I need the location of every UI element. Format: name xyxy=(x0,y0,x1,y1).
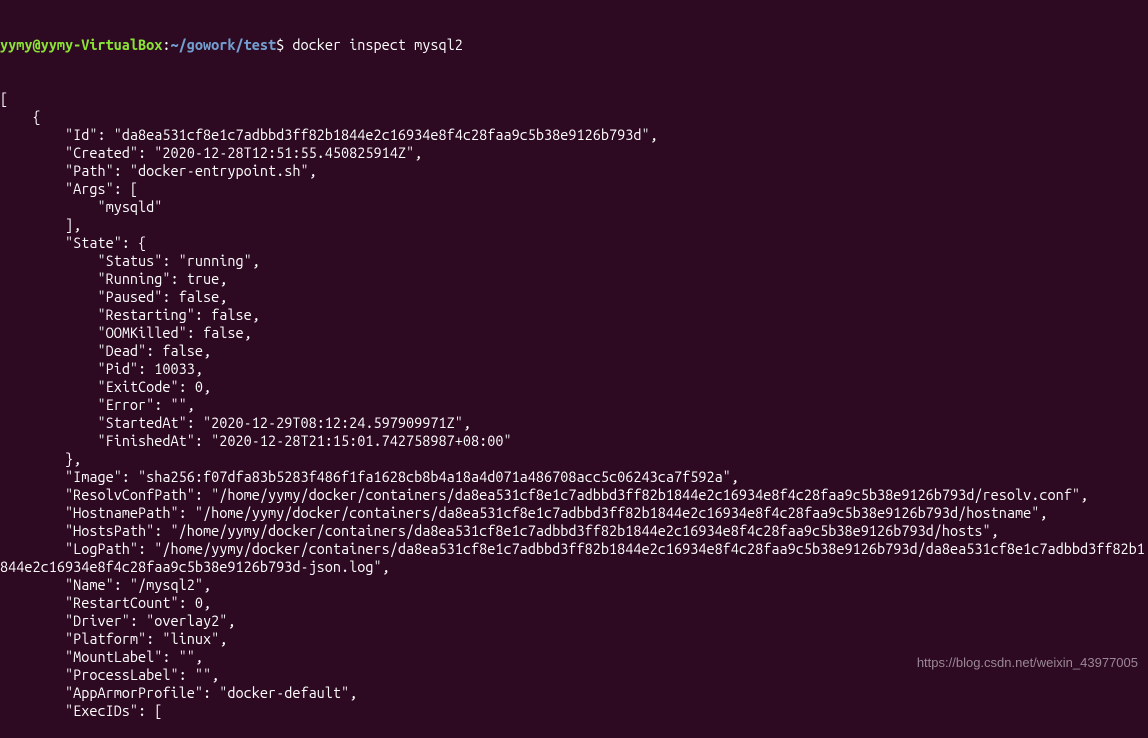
output-line: "Path": "docker-entrypoint.sh", xyxy=(0,162,1148,180)
output-line: "Dead": false, xyxy=(0,342,1148,360)
output-line: "FinishedAt": "2020-12-28T21:15:01.74275… xyxy=(0,432,1148,450)
output-line: "Name": "/mysql2", xyxy=(0,576,1148,594)
output-line: "AppArmorProfile": "docker-default", xyxy=(0,684,1148,702)
prompt-path: ~/gowork/test xyxy=(171,36,277,53)
output-line: "Status": "running", xyxy=(0,252,1148,270)
output-line: "Paused": false, xyxy=(0,288,1148,306)
prompt-colon: : xyxy=(162,36,170,53)
output-line: "Error": "", xyxy=(0,396,1148,414)
output-line: "HostnamePath": "/home/yymy/docker/conta… xyxy=(0,504,1148,522)
output-line: }, xyxy=(0,450,1148,468)
output-line: "HostsPath": "/home/yymy/docker/containe… xyxy=(0,522,1148,540)
output-line: "LogPath": "/home/yymy/docker/containers… xyxy=(0,540,1148,576)
output-line: "mysqld" xyxy=(0,198,1148,216)
output-line: ], xyxy=(0,216,1148,234)
output-line: "Driver": "overlay2", xyxy=(0,612,1148,630)
output-line: "Restarting": false, xyxy=(0,306,1148,324)
watermark-text: https://blog.csdn.net/weixin_43977005 xyxy=(917,654,1138,672)
prompt-dollar: $ xyxy=(276,36,292,53)
terminal-output[interactable]: yymy@yymy-VirtualBox:~/gowork/test$ dock… xyxy=(0,0,1148,738)
prompt-user-host: yymy@yymy-VirtualBox xyxy=(0,36,162,53)
output-line: "ExitCode": 0, xyxy=(0,378,1148,396)
output-line: "Pid": 10033, xyxy=(0,360,1148,378)
output-line: "RestartCount": 0, xyxy=(0,594,1148,612)
output-line: "StartedAt": "2020-12-29T08:12:24.597909… xyxy=(0,414,1148,432)
output-line: "OOMKilled": false, xyxy=(0,324,1148,342)
output-line: "Created": "2020-12-28T12:51:55.45082591… xyxy=(0,144,1148,162)
output-line: "Id": "da8ea531cf8e1c7adbbd3ff82b1844e2c… xyxy=(0,126,1148,144)
output-line: "Args": [ xyxy=(0,180,1148,198)
prompt-line: yymy@yymy-VirtualBox:~/gowork/test$ dock… xyxy=(0,36,1148,54)
output-line: "Running": true, xyxy=(0,270,1148,288)
output-line: { xyxy=(0,108,1148,126)
output-line: "State": { xyxy=(0,234,1148,252)
output-container: [ { "Id": "da8ea531cf8e1c7adbbd3ff82b184… xyxy=(0,90,1148,720)
command-text: docker inspect mysql2 xyxy=(292,36,463,53)
output-line: "ExecIDs": [ xyxy=(0,702,1148,720)
output-line: "Platform": "linux", xyxy=(0,630,1148,648)
output-line: "ResolvConfPath": "/home/yymy/docker/con… xyxy=(0,486,1148,504)
output-line: "Image": "sha256:f07dfa83b5283f486f1fa16… xyxy=(0,468,1148,486)
output-line: [ xyxy=(0,90,1148,108)
